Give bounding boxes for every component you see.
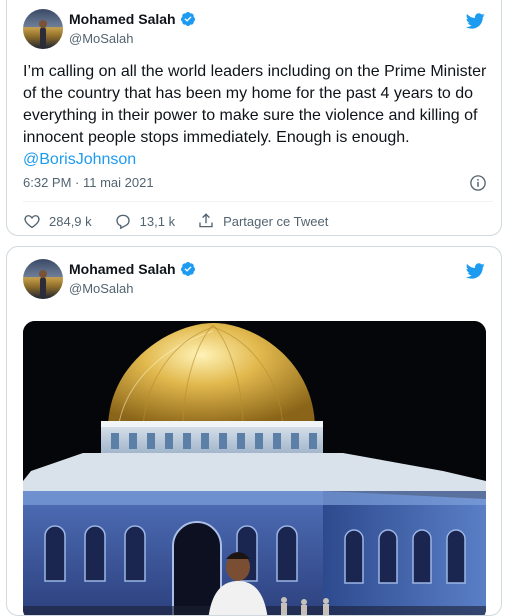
share-button[interactable]: Partager ce Tweet bbox=[197, 212, 328, 230]
verified-badge-icon bbox=[180, 12, 195, 26]
timestamp[interactable]: 6:32 PM · 11 mai 2021 bbox=[23, 175, 154, 190]
dome-of-the-rock-image bbox=[23, 321, 486, 615]
heart-icon bbox=[24, 215, 40, 229]
mention-link[interactable]: @BorisJohnson bbox=[23, 151, 136, 168]
avatar[interactable] bbox=[23, 9, 63, 49]
reply-icon bbox=[115, 214, 130, 230]
share-icon bbox=[199, 213, 213, 228]
tweet-text: I’m calling on all the world leaders inc… bbox=[23, 61, 493, 171]
reply-count: 13,1 k bbox=[139, 213, 176, 229]
twitter-bird-icon[interactable] bbox=[463, 11, 487, 31]
author-handle[interactable]: @MoSalah bbox=[69, 31, 134, 46]
author-row: Mohamed Salah bbox=[69, 11, 196, 27]
avatar[interactable] bbox=[23, 259, 63, 299]
share-label: Partager ce Tweet bbox=[223, 213, 329, 229]
author-name[interactable]: Mohamed Salah bbox=[69, 11, 176, 27]
author-row: Mohamed Salah bbox=[69, 261, 196, 277]
tweet-photo[interactable] bbox=[23, 321, 486, 615]
twitter-bird-icon[interactable] bbox=[463, 261, 487, 281]
tweet-body: I’m calling on all the world leaders inc… bbox=[23, 63, 487, 146]
tweet-card[interactable]: Mohamed Salah @MoSalah I’m calling on al… bbox=[6, 0, 502, 236]
reply-button[interactable]: 13,1 k bbox=[114, 212, 175, 230]
action-bar: 284,9 k 13,1 k Partager ce Tweet bbox=[23, 201, 493, 235]
verified-badge-icon bbox=[180, 262, 195, 276]
tweet-card[interactable]: Mohamed Salah @MoSalah bbox=[6, 246, 502, 616]
like-button[interactable]: 284,9 k bbox=[23, 212, 92, 230]
author-name[interactable]: Mohamed Salah bbox=[69, 261, 176, 277]
author-handle[interactable]: @MoSalah bbox=[69, 281, 134, 296]
info-icon[interactable] bbox=[469, 174, 487, 192]
like-count: 284,9 k bbox=[49, 213, 92, 229]
